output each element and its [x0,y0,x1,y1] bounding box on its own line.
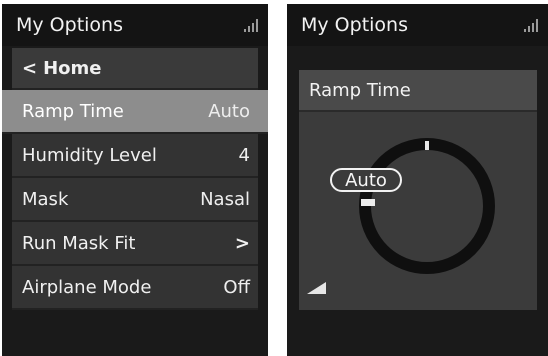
home-label: Home [43,57,102,79]
chevron-right-icon: > [234,232,250,254]
home-button[interactable]: < Home [12,48,258,90]
right-screen: My Options Ramp Time Auto [287,4,548,356]
panel-title: Ramp Time [299,70,537,112]
menu-item-humidity-level[interactable]: Humidity Level 4 [12,134,258,178]
options-menu: < Home Ramp Time Auto Humidity Level 4 M… [2,48,268,310]
menu-item-mask[interactable]: Mask Nasal [12,178,258,222]
menu-item-label: Ramp Time [22,100,124,122]
menu-item-value: Nasal [200,188,250,210]
menu-item-value: Auto [208,100,250,122]
screen-title: My Options [16,14,123,36]
menu-item-label: Run Mask Fit [22,232,136,254]
ramp-time-panel: Ramp Time Auto [299,70,537,310]
menu-item-run-mask-fit[interactable]: Run Mask Fit > [12,222,258,266]
dial-value: Auto [345,170,387,191]
signal-icon [244,18,258,32]
title-bar: My Options [287,4,548,46]
menu-item-value: 4 [238,144,250,166]
menu-item-value: Off [223,276,250,298]
dial-top-tick [425,141,429,150]
dial-position-marker [361,199,375,206]
menu-item-airplane-mode[interactable]: Airplane Mode Off [12,266,258,310]
left-screen: My Options < Home Ramp Time Auto Humidit… [2,4,268,356]
menu-item-ramp-time[interactable]: Ramp Time Auto [2,90,268,134]
chevron-left-icon: < [22,57,38,79]
menu-item-label: Mask [22,188,69,210]
menu-item-label: Airplane Mode [22,276,152,298]
ramp-icon [307,282,326,294]
title-bar: My Options [2,4,268,46]
dial-ring [359,138,495,274]
screen-title: My Options [301,14,408,36]
menu-item-label: Humidity Level [22,144,157,166]
signal-icon [524,18,538,32]
ramp-dial[interactable]: Auto [299,114,537,310]
